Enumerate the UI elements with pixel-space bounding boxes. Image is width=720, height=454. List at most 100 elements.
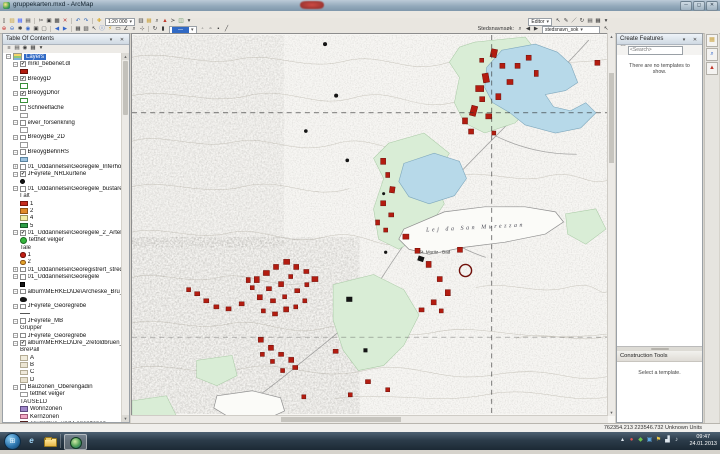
expander-icon[interactable]: − [13,186,18,191]
sketch-tool-button[interactable]: ✎ [562,18,570,25]
toc-layer-row[interactable]: −✔BreoygDhor [3,90,122,97]
expander-icon[interactable]: − [13,62,18,67]
layer-checkbox[interactable]: ✔ [20,340,26,346]
toc-class-row[interactable]: 2 [3,259,122,266]
expander-icon[interactable]: + [13,267,18,272]
scroll-up-arrow[interactable]: ▲ [122,53,129,60]
toc-sym-row[interactable] [3,68,122,75]
model-builder-button[interactable]: ◫ [177,18,185,25]
hollow-swatch[interactable] [20,113,28,119]
start-button[interactable]: ⊞ [4,433,21,450]
toc-class-row[interactable]: 1 [3,251,122,258]
toc-layer-row[interactable]: −BreoygBe_2D [3,134,122,141]
toc-scrollbar[interactable]: ▲ ▼ [121,53,129,422]
tray-flag-icon[interactable]: ⚑ [655,436,662,445]
search-tab[interactable]: ⌕ [706,48,718,61]
pale-a-swatch[interactable] [20,355,28,361]
fixed-zoom-out-button[interactable]: ▢ [40,26,48,33]
georef-go-button[interactable]: ↖ [602,26,610,33]
delete-button[interactable]: ✕ [61,18,69,25]
toc-options-button[interactable]: ▾ [37,45,45,52]
toc-sym-row[interactable] [3,295,122,302]
python-button[interactable]: ≻ [169,18,177,25]
toc-class-row[interactable]: C [3,369,122,376]
map-canvas[interactable]: Lej da San Murezzan St. Moritz - Bad [131,33,608,416]
layer-checkbox[interactable] [20,164,26,170]
new-map-button[interactable]: ▯ [0,18,8,25]
explorer-folder-icon[interactable] [42,434,57,448]
scroll-thumb[interactable] [609,73,614,163]
green-hollow-swatch[interactable] [20,83,28,89]
toolbox-tab[interactable]: ▲ [706,62,718,75]
toc-layer-row[interactable]: +01_Uddannelse\Georegistrert_stredfested… [3,266,122,273]
minimize-button[interactable]: ─ [680,1,692,11]
layer-checkbox[interactable] [20,135,26,141]
toc-sym-row[interactable] [3,156,122,163]
expander-icon[interactable]: + [13,164,18,169]
tray-show-hidden-icon[interactable]: ▴ [619,436,626,445]
expander-icon[interactable]: − [13,341,18,346]
pale-b-swatch[interactable] [20,362,28,368]
toc-pin-button[interactable]: ▾ [106,35,116,45]
zoom-in-button[interactable]: ⊕ [0,26,8,33]
toc-layer-row[interactable]: −BreoygBehnRS [3,148,122,155]
tray-display-icon[interactable]: ▣ [646,436,653,445]
select-features-button[interactable]: ▦ [74,26,82,33]
layer-checkbox[interactable] [20,149,26,155]
toc-sym-row[interactable] [3,82,122,89]
toc-class-row[interactable]: Wohnzonen [3,406,122,413]
expander-icon[interactable]: − [13,106,18,111]
construction-tools-header[interactable]: Construction Tools [617,351,702,362]
editor-menu[interactable]: Editor▾ [528,18,552,26]
toc-sym-row[interactable] [3,281,122,288]
tray-update-icon[interactable]: ◆ [637,436,644,445]
back-extent-button[interactable]: ◀ [53,26,61,33]
pink-swatch[interactable] [20,414,28,420]
black-blob-swatch[interactable] [20,297,27,302]
list-by-source-button[interactable]: ▤ [13,45,21,52]
redo-button[interactable]: ↷ [82,18,90,25]
toc-class-row[interactable]: tetthet velger [3,237,122,244]
pan-button[interactable]: ✱ [16,26,24,33]
georef-next-button[interactable]: ▶ [532,26,540,33]
toc-sym-row[interactable] [3,178,122,185]
open-button[interactable]: ▨ [8,18,16,25]
layer-checkbox[interactable] [20,120,26,126]
toc-class-row[interactable]: 2 [3,207,122,214]
toc-class-row[interactable]: tetthet velger [3,391,122,398]
list-by-drawing-order-button[interactable]: ≡ [5,45,13,52]
toc-layer-row[interactable]: −✔album\MERKED\Dre_2retoldbruen_MB [3,339,122,346]
maximize-button[interactable]: ◻ [693,1,705,11]
toc-sym-row[interactable] [3,97,122,104]
toc-layer-row[interactable]: +01_Uddannelse\Georegele_Inferhole_Wele [3,163,122,170]
toc-sym-row[interactable] [3,310,122,317]
close-button[interactable]: ✕ [706,1,718,11]
darkred-swatch[interactable] [20,421,28,422]
map-horizontal-scrollbar[interactable] [131,415,608,423]
expander-icon[interactable]: − [13,304,18,309]
toc-class-row[interactable]: 4 [3,215,122,222]
pause-drawing-button[interactable]: ▮ [159,26,167,33]
toc-layer-row[interactable]: −JFeyrete_Georegrebe [3,332,122,339]
red-fill-swatch[interactable] [20,69,28,75]
add-data-button[interactable]: ✚ [95,18,103,25]
black-sq-swatch[interactable] [20,282,25,287]
snap-point-button[interactable]: ◦ [199,26,207,33]
orange-dot-swatch[interactable] [20,260,26,266]
scroll-thumb[interactable] [123,61,128,115]
yellow-sq-swatch[interactable] [20,215,28,221]
snap-edge-button[interactable]: ╱ [223,26,231,33]
expander-icon[interactable]: − [13,76,18,81]
arcmap-taskbar-button[interactable] [64,434,87,450]
undo-button[interactable]: ↶ [74,18,82,25]
panel-pin-button[interactable]: ▾ [679,35,689,45]
sketch-properties-button[interactable]: ▦ [594,18,602,25]
green-circle-swatch[interactable] [20,237,27,244]
toc-layer-row[interactable]: −✔JFeyrete_NRLkurtene [3,171,122,178]
pale-d-swatch[interactable] [20,377,28,383]
layer-checkbox[interactable]: ✔ [20,61,26,67]
save-button[interactable]: ▦ [16,18,24,25]
line-swatch[interactable] [20,313,30,314]
toc-class-row[interactable]: D [3,376,122,383]
scroll-thumb[interactable] [281,417,401,422]
